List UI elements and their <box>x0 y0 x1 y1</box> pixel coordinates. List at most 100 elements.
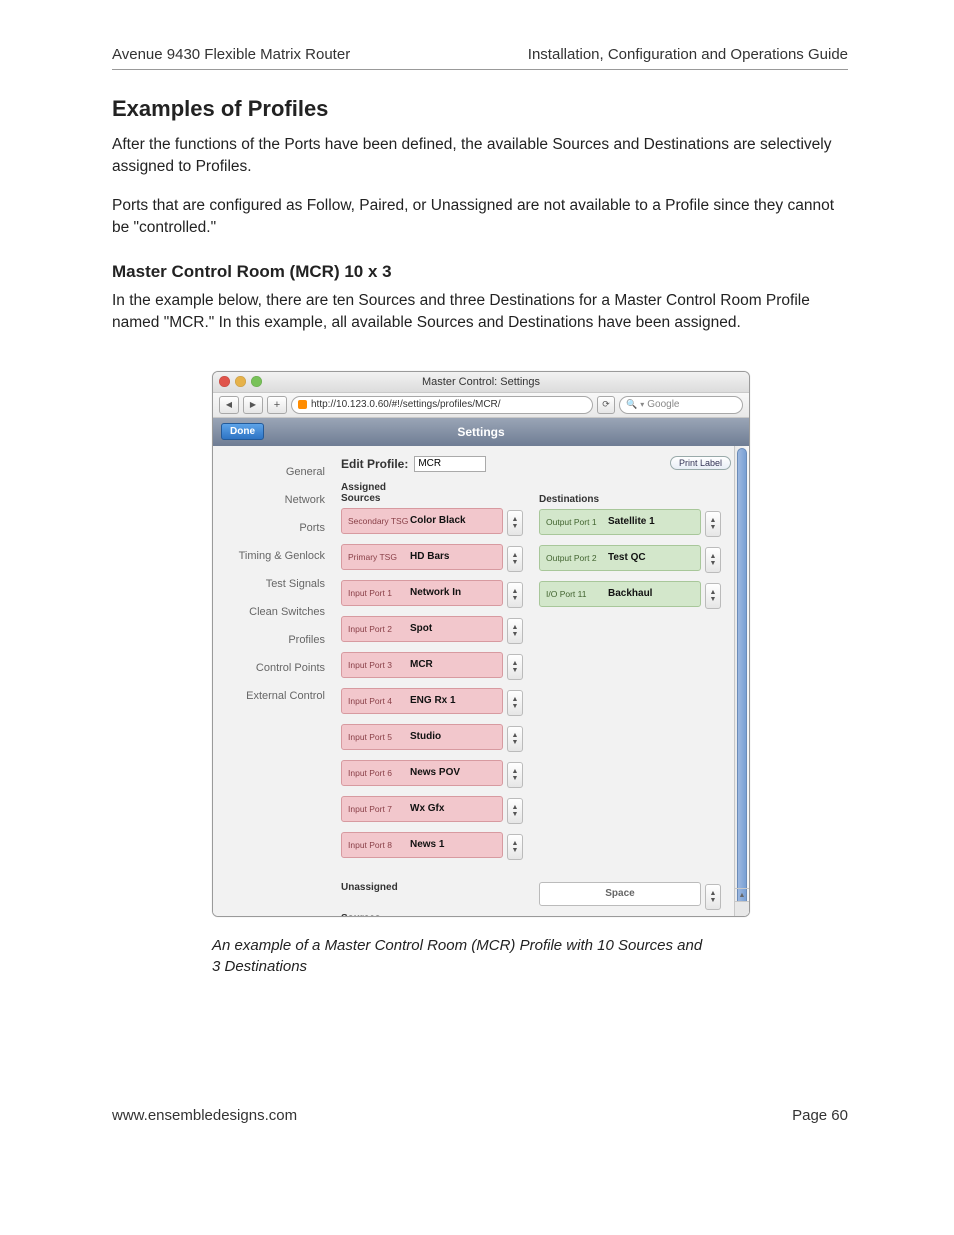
reorder-spinner[interactable]: ▲▼ <box>705 547 721 573</box>
reorder-spinner[interactable]: ▲▼ <box>507 510 523 536</box>
scroll-thumb[interactable] <box>737 448 747 906</box>
assigned-sources-head: AssignedSources <box>341 482 523 504</box>
port-value: Network In <box>410 587 461 598</box>
destination-item[interactable]: I/O Port 11Backhaul <box>539 581 701 607</box>
paragraph: Ports that are configured as Follow, Pai… <box>112 195 848 240</box>
space-item[interactable]: Space <box>539 882 701 906</box>
source-item[interactable]: Primary TSGHD Bars <box>341 544 503 570</box>
port-value: Test QC <box>608 552 646 563</box>
source-item[interactable]: Input Port 7Wx Gfx <box>341 796 503 822</box>
favicon-icon <box>298 400 307 409</box>
settings-header: Done Settings <box>213 418 749 447</box>
sidebar-item[interactable]: Clean Switches <box>213 598 335 626</box>
port-value: Wx Gfx <box>410 803 444 814</box>
port-value: News 1 <box>410 839 444 850</box>
port-label: Input Port 3 <box>348 660 410 670</box>
unassigned-label: Unassigned <box>341 882 523 893</box>
sidebar-item[interactable]: Control Points <box>213 654 335 682</box>
reorder-spinner[interactable]: ▲▼ <box>507 798 523 824</box>
paragraph: After the functions of the Ports have be… <box>112 134 848 179</box>
port-label: Output Port 1 <box>546 517 608 527</box>
port-label: Output Port 2 <box>546 553 608 563</box>
reorder-spinner[interactable]: ▲▼ <box>507 618 523 644</box>
running-header: Avenue 9430 Flexible Matrix Router Insta… <box>112 46 848 70</box>
destination-item[interactable]: Output Port 1Satellite 1 <box>539 509 701 535</box>
footer-url: www.ensembledesigns.com <box>112 1107 297 1124</box>
settings-main: Print Label Edit Profile: AssignedSource… <box>335 446 749 916</box>
source-item[interactable]: Input Port 4ENG Rx 1 <box>341 688 503 714</box>
back-button[interactable]: ◀ <box>219 396 239 414</box>
destination-item[interactable]: Output Port 2Test QC <box>539 545 701 571</box>
settings-sidebar: GeneralNetworkPortsTiming & GenlockTest … <box>213 446 335 916</box>
reorder-spinner[interactable]: ▲▼ <box>507 834 523 860</box>
sidebar-item[interactable]: External Control <box>213 682 335 710</box>
port-value: HD Bars <box>410 551 449 562</box>
port-label: Input Port 8 <box>348 840 410 850</box>
reorder-spinner[interactable]: ▲▼ <box>507 654 523 680</box>
sidebar-item[interactable]: Profiles <box>213 626 335 654</box>
header-right: Installation, Configuration and Operatio… <box>528 46 848 63</box>
titlebar: Master Control: Settings <box>213 372 749 392</box>
port-value: News POV <box>410 767 460 778</box>
reorder-spinner[interactable]: ▲▼ <box>705 511 721 537</box>
reorder-spinner[interactable]: ▲▼ <box>507 762 523 788</box>
source-item[interactable]: Input Port 6News POV <box>341 760 503 786</box>
settings-title: Settings <box>457 425 504 439</box>
sidebar-item[interactable]: Network <box>213 486 335 514</box>
done-button[interactable]: Done <box>221 423 264 440</box>
header-left: Avenue 9430 Flexible Matrix Router <box>112 46 350 63</box>
source-item[interactable]: Input Port 3MCR <box>341 652 503 678</box>
sidebar-item[interactable]: Test Signals <box>213 570 335 598</box>
destinations-head: Destinations <box>539 494 721 505</box>
forward-button[interactable]: ▶ <box>243 396 263 414</box>
resize-corner[interactable] <box>734 901 749 916</box>
scroll-up-icon[interactable]: ▲ <box>735 888 749 902</box>
port-value: Studio <box>410 731 441 742</box>
reorder-spinner[interactable]: ▲▼ <box>705 884 721 910</box>
port-value: Backhaul <box>608 588 652 599</box>
reload-button[interactable]: ⟳ <box>597 396 615 414</box>
reorder-spinner[interactable]: ▲▼ <box>507 546 523 572</box>
sidebar-item[interactable]: Ports <box>213 514 335 542</box>
zoom-dot[interactable] <box>251 376 262 387</box>
source-item[interactable]: Input Port 1Network In <box>341 580 503 606</box>
url-bar[interactable]: http://10.123.0.60/#!/settings/profiles/… <box>291 396 593 414</box>
add-bookmark-button[interactable]: + <box>267 396 287 414</box>
sidebar-item[interactable]: Timing & Genlock <box>213 542 335 570</box>
browser-toolbar: ◀ ▶ + http://10.123.0.60/#!/settings/pro… <box>213 392 749 418</box>
magnifier-icon: 🔍 <box>626 399 637 410</box>
sidebar-item[interactable]: General <box>213 458 335 486</box>
edit-profile-label: Edit Profile: <box>341 457 408 471</box>
reorder-spinner[interactable]: ▲▼ <box>507 690 523 716</box>
profile-name-input[interactable] <box>414 456 486 472</box>
source-item[interactable]: Secondary TSGColor Black <box>341 508 503 534</box>
sources-label: Sources <box>341 913 523 916</box>
close-dot[interactable] <box>219 376 230 387</box>
figure-caption: An example of a Master Control Room (MCR… <box>212 935 712 977</box>
port-value: ENG Rx 1 <box>410 695 456 706</box>
page-title: Examples of Profiles <box>112 96 848 122</box>
port-label: Input Port 4 <box>348 696 410 706</box>
source-item[interactable]: Input Port 5Studio <box>341 724 503 750</box>
reorder-spinner[interactable]: ▲▼ <box>507 582 523 608</box>
port-value: Satellite 1 <box>608 516 655 527</box>
minimize-dot[interactable] <box>235 376 246 387</box>
reorder-spinner[interactable]: ▲▼ <box>705 583 721 609</box>
window-title: Master Control: Settings <box>422 376 540 388</box>
port-value: MCR <box>410 659 433 670</box>
page-footer: www.ensembledesigns.com Page 60 <box>112 1107 848 1124</box>
port-value: Color Black <box>410 515 466 526</box>
paragraph: In the example below, there are ten Sour… <box>112 290 848 335</box>
screenshot-window: Master Control: Settings ◀ ▶ + http://10… <box>212 371 750 917</box>
port-label: Input Port 5 <box>348 732 410 742</box>
source-item[interactable]: Input Port 8News 1 <box>341 832 503 858</box>
print-label-button[interactable]: Print Label <box>670 456 731 470</box>
source-item[interactable]: Input Port 2Spot <box>341 616 503 642</box>
footer-page: Page 60 <box>792 1107 848 1124</box>
reorder-spinner[interactable]: ▲▼ <box>507 726 523 752</box>
subheading: Master Control Room (MCR) 10 x 3 <box>112 262 848 282</box>
scrollbar[interactable]: ▲ ▼ <box>734 446 749 916</box>
search-input[interactable]: 🔍 ▾ Google <box>619 396 743 414</box>
search-placeholder: Google <box>647 399 679 410</box>
port-label: Input Port 7 <box>348 804 410 814</box>
